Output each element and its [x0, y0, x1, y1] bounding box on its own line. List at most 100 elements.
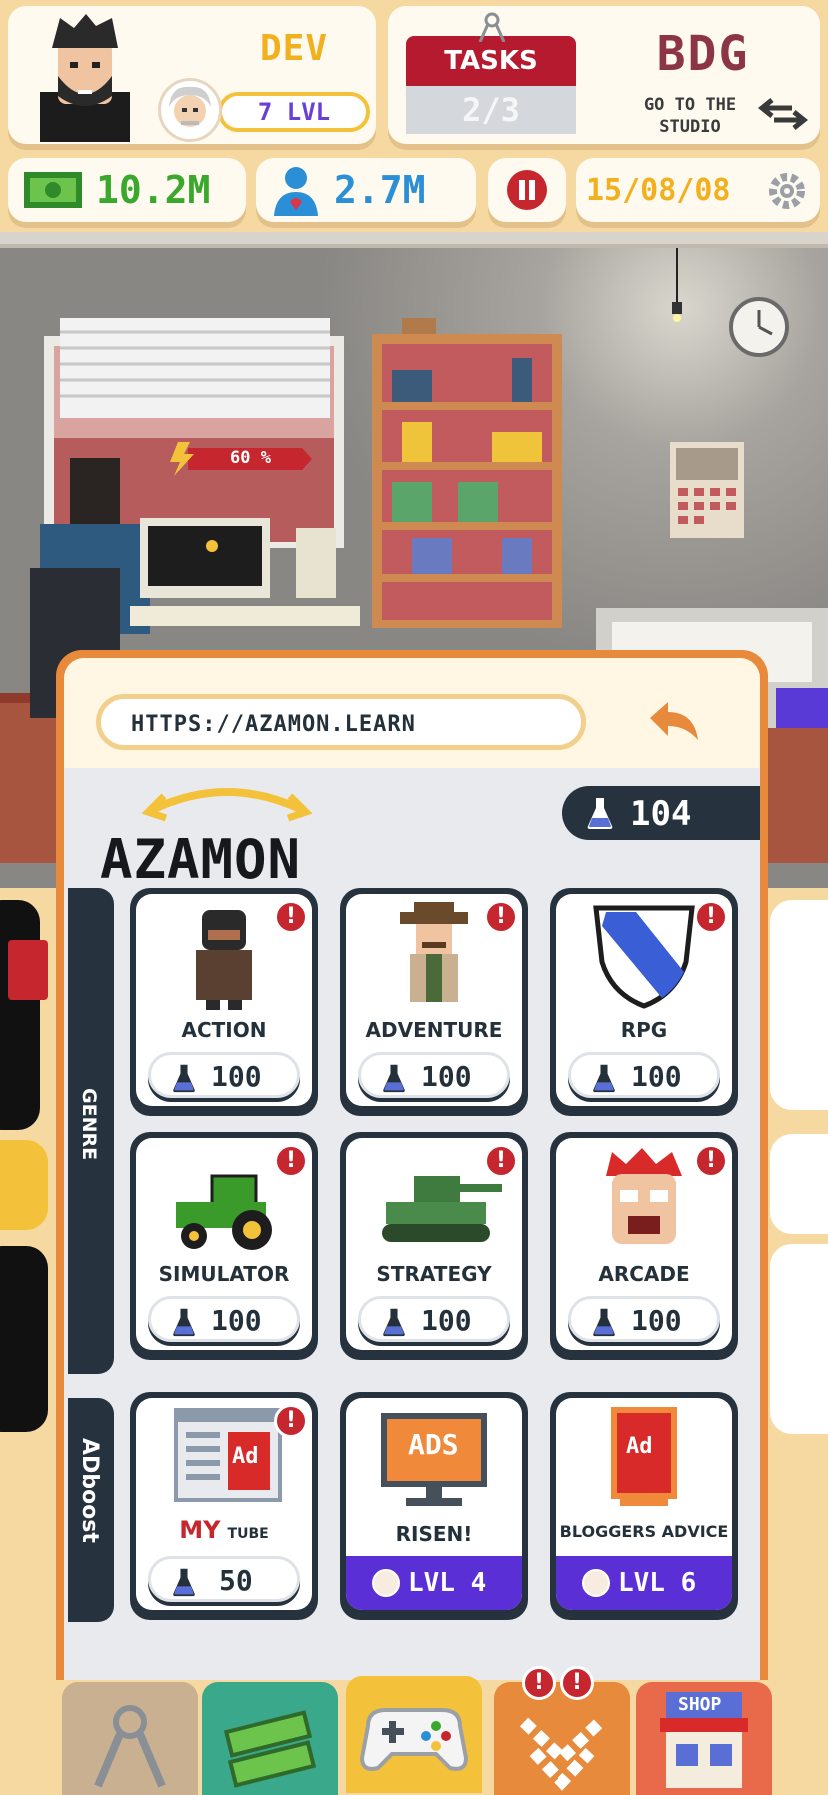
price-button[interactable]: 100	[358, 1052, 510, 1098]
genre-label-adventure: ADVENTURE	[365, 1018, 503, 1042]
price-button[interactable]: 100	[568, 1052, 720, 1098]
genre-tile-adventure[interactable]: ADVENTURE 100 !	[340, 888, 528, 1116]
research-points-value: 104	[630, 794, 692, 834]
store-popup-inner: HTTPS://AZAMON.LEARN AZAMON 104 GENRE AD…	[64, 658, 760, 1700]
price-value: 100	[631, 1060, 682, 1093]
required-level: LVL 6	[556, 1556, 732, 1610]
money-display[interactable]: 10.2M	[8, 158, 246, 222]
left-side-panel	[0, 900, 40, 1130]
chevrons-icon	[519, 1717, 605, 1791]
genre-section-tab: GENRE	[68, 888, 114, 1374]
genre-label-rpg: RPG	[620, 1018, 668, 1042]
billboard-ad-icon	[611, 1407, 677, 1506]
bottom-navigation: ! ! SHOP	[0, 1666, 828, 1795]
scientist-avatar	[582, 1569, 610, 1597]
adboost-tile-mytube[interactable]: Ad MY TUBE 50 !	[130, 1392, 318, 1620]
header-divider	[0, 232, 828, 248]
tv-ad-icon	[381, 1413, 487, 1506]
adboost-tile-bloggers-advice[interactable]: Ad BLOGGERS ADVICE LVL 6	[550, 1392, 738, 1620]
wall-clock	[729, 297, 789, 357]
genre-tile-rpg[interactable]: RPG 100 !	[550, 888, 738, 1116]
right-side-panel-3	[770, 1244, 828, 1434]
fans-display[interactable]: 2.7M	[256, 158, 476, 222]
store-content: AZAMON 104 GENRE ADboost ACTION 100 ! AD…	[64, 768, 760, 1700]
price-value: 100	[421, 1060, 472, 1093]
pause-button[interactable]	[488, 158, 566, 222]
nav-shop-button[interactable]: SHOP	[636, 1682, 772, 1795]
compass-icon	[94, 1705, 166, 1788]
store-name: AZAMON	[100, 828, 302, 891]
nav-finance-button[interactable]	[202, 1682, 338, 1795]
genre-tile-strategy[interactable]: STRATEGY 100 !	[340, 1132, 528, 1360]
fan-icon	[274, 167, 318, 216]
adboost-art-text: ADS	[408, 1428, 459, 1461]
flask-icon	[383, 1308, 405, 1337]
required-level: LVL 4	[346, 1556, 522, 1610]
adboost-art-text: Ad	[626, 1434, 653, 1459]
price-button[interactable]: 100	[568, 1296, 720, 1342]
price-button[interactable]: 50	[148, 1556, 300, 1602]
alert-icon: !	[694, 1144, 728, 1178]
adboost-label-mytube: MY TUBE	[136, 1516, 312, 1544]
alert-icon: !	[560, 1666, 594, 1700]
right-side-panel	[770, 900, 828, 1110]
price-value: 100	[631, 1304, 682, 1337]
scientist-avatar	[372, 1569, 400, 1597]
flask-icon	[173, 1308, 195, 1337]
shop-label: SHOP	[678, 1694, 722, 1715]
flask-icon	[593, 1064, 615, 1093]
url-text: HTTPS://AZAMON.LEARN	[131, 712, 416, 737]
gamepad-icon	[359, 1708, 469, 1771]
tasks-label: TASKS	[406, 36, 576, 86]
developer-level: 7 LVL	[218, 92, 370, 132]
price-button[interactable]: 100	[358, 1296, 510, 1342]
alert-icon: !	[484, 1144, 518, 1178]
price-value: 100	[211, 1060, 262, 1093]
scientist-avatar	[158, 78, 222, 142]
adboost-tile-risen[interactable]: ADS RISEN! LVL 4	[340, 1392, 528, 1620]
nav-research-button[interactable]	[62, 1682, 198, 1795]
genre-tile-arcade[interactable]: ARCADE 100 !	[550, 1132, 738, 1360]
adboost-label-bloggers-advice: BLOGGERS ADVICE	[559, 1522, 729, 1541]
alert-icon: !	[274, 900, 308, 934]
developer-card[interactable]: DEV 7 LVL	[8, 6, 376, 144]
genre-label-simulator: SIMULATOR	[158, 1262, 290, 1286]
research-points: 104	[562, 786, 760, 840]
genre-tile-action[interactable]: ACTION 100 !	[130, 888, 318, 1116]
price-value: 100	[211, 1304, 262, 1337]
adboost-art-text: Ad	[232, 1444, 259, 1469]
back-arrow-icon[interactable]	[644, 698, 704, 748]
left-side-dark	[0, 1246, 48, 1432]
gear-icon[interactable]	[766, 170, 808, 212]
alert-icon: !	[522, 1666, 556, 1700]
adboost-label-risen: RISEN!	[395, 1522, 473, 1546]
tasks-button[interactable]: TASKS 2/3	[406, 12, 576, 136]
go-to-studio-link[interactable]: GO TO THE STUDIO	[610, 94, 770, 138]
adboost-section-tab: ADboost	[68, 1398, 114, 1622]
nav-games-button[interactable]	[346, 1676, 482, 1793]
price-button[interactable]: 100	[148, 1296, 300, 1342]
hanging-lamp	[672, 248, 682, 322]
store-logo-arrow	[142, 788, 312, 822]
swap-icon[interactable]	[758, 94, 808, 134]
nav-upgrades-button[interactable]: ! !	[494, 1666, 630, 1795]
developer-avatar	[40, 14, 130, 142]
flask-icon	[593, 1308, 615, 1337]
price-value: 100	[421, 1304, 472, 1337]
mytube-label-big: MY	[179, 1516, 221, 1544]
date-display[interactable]: 15/08/08	[576, 158, 820, 222]
date-value: 15/08/08	[586, 173, 731, 208]
cash-stack-icon	[223, 1710, 317, 1788]
compass-icon	[478, 12, 506, 42]
price-value: 50	[219, 1564, 253, 1597]
bookshelf	[372, 318, 562, 628]
alert-icon: !	[274, 1404, 308, 1438]
tasks-studio-card: TASKS 2/3 BDG GO TO THE STUDIO	[388, 6, 820, 144]
studio-name[interactable]: BDG	[638, 26, 768, 82]
genre-label-strategy: STRATEGY	[376, 1262, 492, 1286]
money-value: 10.2M	[96, 168, 211, 212]
flask-icon	[587, 798, 613, 829]
price-button[interactable]: 100	[148, 1052, 300, 1098]
genre-tile-simulator[interactable]: SIMULATOR 100 !	[130, 1132, 318, 1360]
flask-icon	[173, 1568, 195, 1597]
